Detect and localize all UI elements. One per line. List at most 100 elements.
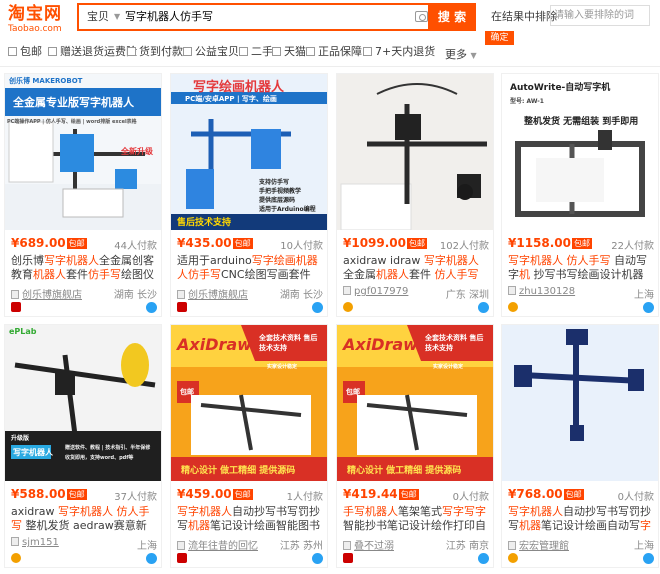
exclude-input[interactable]: 请输入要排除的词 [550,5,650,26]
checkbox[interactable] [239,47,248,56]
img-brand: ePLab [9,327,37,336]
product-card[interactable]: AxiDraw 全套技术资料 售后技术支持 实家设计稳定 包邮 精心设计 做工精… [170,324,328,568]
gold-seller-icon[interactable] [11,553,21,563]
filter-bar: 包邮 赠送退货运费险 货到付款 公益宝贝 二手 天猫 正品保障 7+天内退货 更… [0,42,660,62]
product-title[interactable]: 适用于arduino写字绘画机器人仿手写CNC绘图写画套件STEAM教育 [177,254,323,282]
shop-name[interactable]: 叠不过溺 [354,541,394,552]
filter-7day-return[interactable]: 7+天内退货 [363,45,435,59]
gold-seller-icon[interactable] [508,302,518,312]
shop-name[interactable]: 创乐博旗舰店 [188,290,248,301]
product-image[interactable] [502,325,658,481]
product-card[interactable]: 写字绘画机器人 PC端/安卓APP | 写字、绘画 支持仿手写 手把手视频教学 … [170,73,328,317]
img-line: 赠送软件、教程 | 技术指引、半年保修 [65,445,151,451]
search-input[interactable]: 写字机器人仿手写 [125,5,213,29]
product-image[interactable] [337,74,493,230]
wangwang-chat-icon[interactable] [643,553,654,564]
filter-tmall[interactable]: 天猫 [272,45,306,59]
product-card[interactable]: ¥1099.00 包邮 102人付款 axidraw idraw 写字机器人 全金… [336,73,494,317]
title-text: 创乐博 [11,254,44,267]
checkbox[interactable] [363,47,372,56]
wangwang-chat-icon[interactable] [478,553,489,564]
exclude-label: 在结果中排除 [491,10,557,23]
product-image[interactable]: AxiDraw 全套技术资料 售后技术支持 实家设计稳定 包邮 精心设计 做工精… [337,325,493,481]
product-card[interactable]: ePLab 升级版 写字机器人 赠送软件、教程 | 技术指引、半年保修 收货即用… [4,324,162,568]
title-highlight: 写字机器人 [423,254,479,267]
tmall-icon[interactable] [11,302,21,312]
product-title[interactable]: 手写机器人笔架笔式写字写字智能抄书笔记设计绘作打印自动罚写高精 [343,505,489,533]
wangwang-chat-icon[interactable] [146,302,157,313]
img-banner: 全套技术资料 售后技术支持 [425,334,484,352]
filter-cash-on-delivery[interactable]: 货到付款 [127,45,183,59]
img-corner: 包邮 [180,388,194,396]
product-card[interactable]: AxiDraw 全套技术资料 售后技术支持 实家设计稳定 包邮 精心设计 做工精… [336,324,494,568]
chevron-down-icon: ▼ [114,12,121,21]
wangwang-chat-icon[interactable] [478,302,489,313]
shop-name[interactable]: 创乐博旗舰店 [22,290,82,301]
sales-count: 22人付款 [611,241,654,252]
shop-name[interactable]: pgf017979 [354,286,408,297]
more-filters-button[interactable]: 更多 ▼ [445,46,477,62]
shop-name[interactable]: sjm151 [22,537,59,548]
title-text: 整机发货 aedraw赛意新 [22,519,147,532]
checkbox[interactable] [127,47,136,56]
badge-line [177,302,323,314]
free-shipping-tag: 包邮 [232,238,253,249]
title-text: 套件 [409,268,435,281]
filter-label: 二手 [251,45,273,58]
badge-line [11,553,157,565]
product-title[interactable]: 写字机器人自动抄写书写罚抄写机器笔记设计绘画智能图书 [177,505,323,533]
product-title[interactable]: axidraw 写字机器人 仿人手写 整机发货 aedraw赛意新 [11,505,157,533]
img-feature: 适用于Arduino编程 [259,206,316,213]
img-upgrade: 全新升级 [121,147,153,156]
filter-second-hand[interactable]: 二手 [239,45,273,59]
shop-name[interactable]: zhu130128 [519,286,575,297]
gold-seller-icon[interactable] [343,302,353,312]
img-feature: 支持仿手写 [259,179,290,186]
shop-name[interactable]: 宏宏管理館 [519,541,569,552]
free-shipping-tag: 包邮 [563,489,584,500]
free-shipping-tag: 包邮 [232,489,253,500]
search-scope-select[interactable]: 宝贝 [79,5,115,29]
search-box: 宝贝 ▼ 写字机器人仿手写 [77,3,476,31]
taobao-logo[interactable]: 淘宝网 Taobao.com [8,4,68,38]
checkbox[interactable] [272,47,281,56]
shop-name[interactable]: 流年往昔的回忆 [188,541,258,552]
product-title[interactable]: 写字机器人 仿人手写 自动写字机 抄写书写绘画设计机器人写字 [508,254,654,282]
product-card[interactable]: 创乐博 MAKEROBOT 全金属专业版写字机器人 PC端操作APP | 仿人手… [4,73,162,317]
product-image[interactable]: AutoWrite-自动写字机 型号: AW-1 整机发货 无需组装 到手即用 [502,74,658,230]
wangwang-chat-icon[interactable] [643,302,654,313]
product-title[interactable]: axidraw idraw 写字机器人 全金属机器人套件 仿人手写 [343,254,489,282]
product-image[interactable]: AxiDraw 全套技术资料 售后技术支持 实家设计稳定 包邮 精心设计 做工精… [171,325,327,481]
tmall-icon[interactable] [343,553,353,563]
wangwang-chat-icon[interactable] [312,302,323,313]
tmall-icon[interactable] [177,302,187,312]
filter-genuine[interactable]: 正品保障 [306,45,362,59]
camera-icon[interactable] [415,11,428,22]
filter-free-shipping[interactable]: 包邮 [8,45,42,59]
wangwang-chat-icon[interactable] [146,553,157,564]
product-title[interactable]: 创乐博写字机器人全金属创客教育机器人套件仿手写绘图仪word排版 [11,254,157,282]
img-feature: 手把手视频教学 [259,188,302,195]
gold-seller-icon[interactable] [508,553,518,563]
tmall-icon[interactable] [177,553,187,563]
checkbox[interactable] [8,47,17,56]
title-highlight: 机器人 [33,268,66,281]
checkbox[interactable] [306,47,315,56]
title-text: 智能抄书笔记设计绘作打印自动罚写高精 [343,519,486,532]
location: 湖南 长沙 [279,290,323,301]
product-image[interactable]: 写字绘画机器人 PC端/安卓APP | 写字、绘画 支持仿手写 手把手视频教学 … [171,74,327,230]
wangwang-chat-icon[interactable] [312,553,323,564]
product-title[interactable]: 写字机器人自动抄写书写罚抄写机器笔记设计绘画自动写字 [508,505,654,533]
checkbox[interactable] [48,47,57,56]
filter-charity[interactable]: 公益宝贝 [183,45,239,59]
filter-return-insurance[interactable]: 赠送退货运费险 [48,45,137,59]
product-image[interactable]: ePLab 升级版 写字机器人 赠送软件、教程 | 技术指引、半年保修 收货即用… [5,325,161,481]
shop-icon [343,541,351,550]
search-button[interactable]: 搜 索 [428,3,476,31]
product-card[interactable]: ¥768.00 包邮 0人付款 写字机器人自动抄写书写罚抄写机器笔记设计绘画自动写… [501,324,659,568]
checkbox[interactable] [183,47,192,56]
price-line: ¥459.00 包邮 1人付款 [177,487,323,503]
title-highlight: 仿手写 [188,268,221,281]
product-card[interactable]: AutoWrite-自动写字机 型号: AW-1 整机发货 无需组装 到手即用 … [501,73,659,317]
product-image[interactable]: 创乐博 MAKEROBOT 全金属专业版写字机器人 PC端操作APP | 仿人手… [5,74,161,230]
